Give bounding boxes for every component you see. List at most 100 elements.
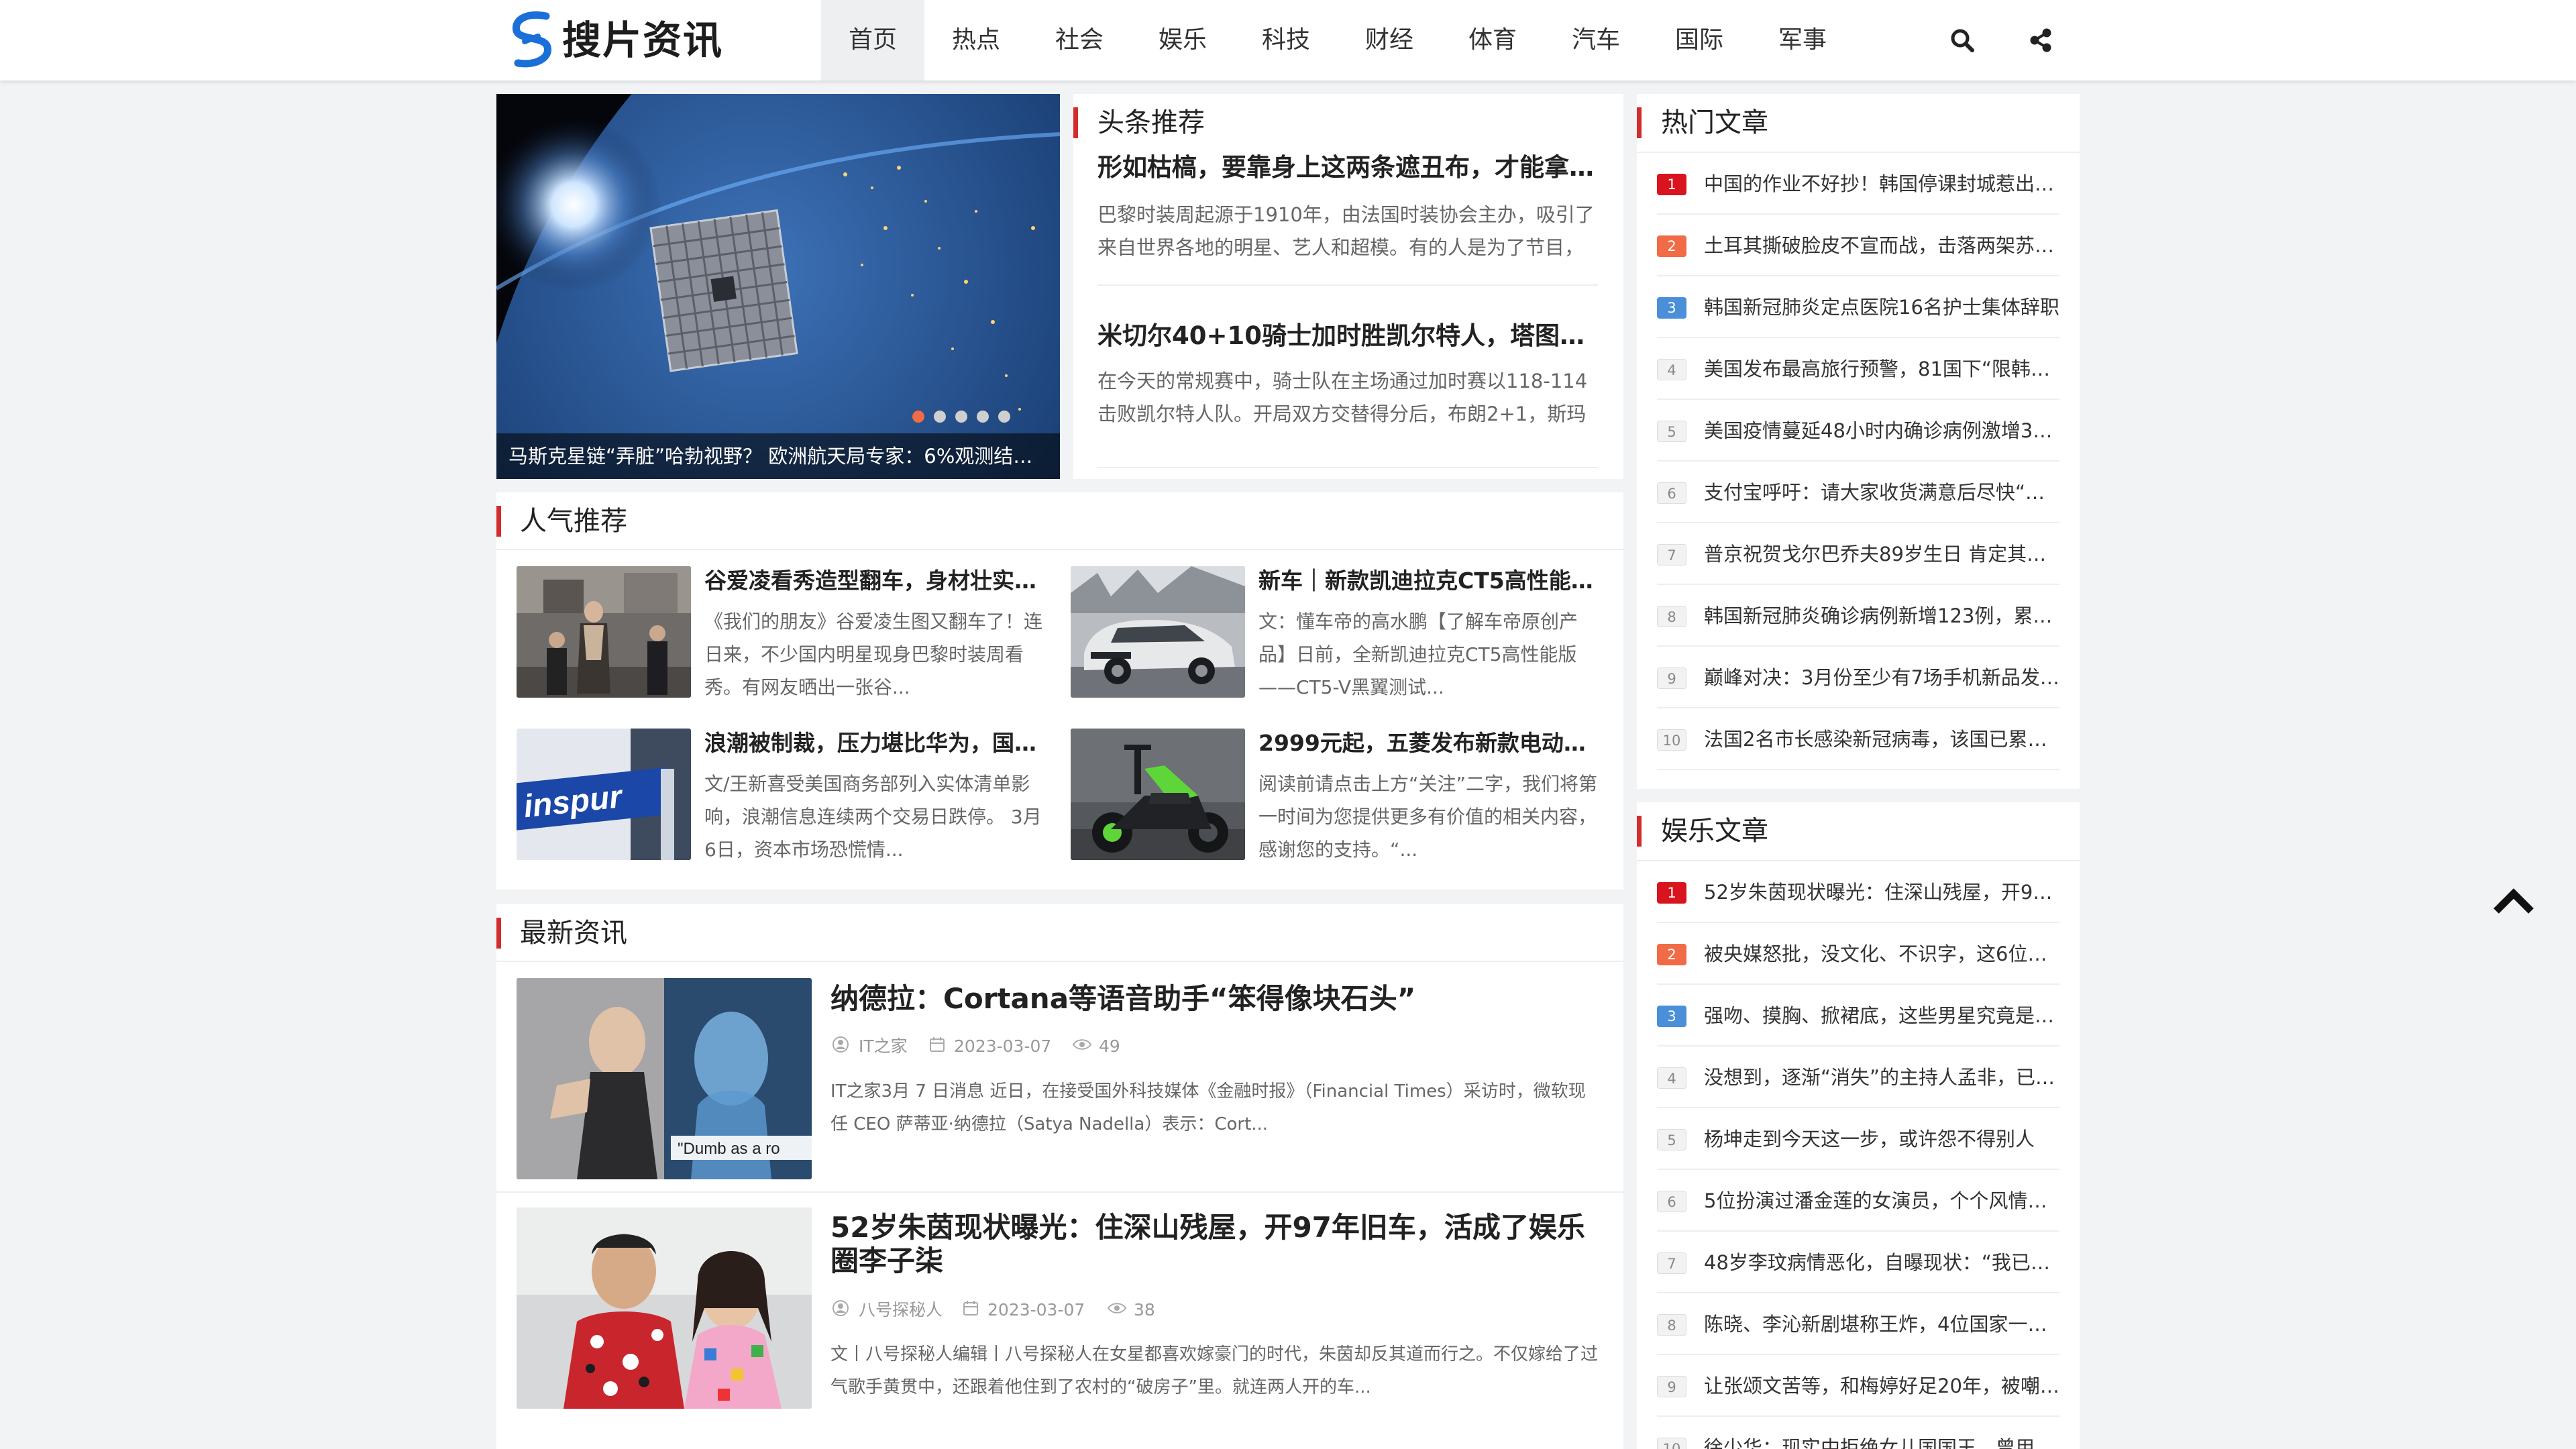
popular-desc-3: 文/王新喜受美国商务部列入实体清单影响，浪潮信息连续两个交易日跌停。 3月6日，… — [704, 773, 1042, 861]
nav-item-entertainment[interactable]: 娱乐 — [1131, 0, 1234, 80]
logo-icon[interactable] — [507, 9, 558, 70]
slider-dot-3[interactable] — [955, 411, 967, 423]
ent-list-item[interactable]: 6 5位扮演过潘金莲的女演员，个个风情万… — [1657, 1170, 2059, 1232]
ent-list-item[interactable]: 4 没想到，逐渐“消失”的主持人孟非，已… — [1657, 1046, 2059, 1108]
thumb-caption: "Dumb as a ro — [678, 1140, 780, 1158]
rank-badge: 2 — [1657, 944, 1686, 965]
user-icon — [833, 1300, 849, 1316]
search-icon[interactable] — [1949, 27, 1976, 54]
article-title[interactable]: 让张颂文苦等，和梅婷好足20年，被嘲… — [1704, 1368, 2059, 1403]
hot-list-item[interactable]: 9 巅峰对决：3月份至少有7场手机新品发… — [1657, 647, 2059, 708]
article-title[interactable]: 杨坤走到今天这一步，或许怨不得别人 — [1704, 1122, 2059, 1157]
article-title[interactable]: 被央媒怒批，没文化、不识字，这6位文… — [1704, 936, 2059, 971]
nav-item-hot[interactable]: 热点 — [924, 0, 1028, 80]
article-title[interactable]: 没想到，逐渐“消失”的主持人孟非，已… — [1704, 1060, 2059, 1095]
article-title[interactable]: 法国2名市长感染新冠病毒，该国已累… — [1704, 722, 2059, 757]
latest-source-1[interactable]: IT之家 — [859, 1034, 908, 1059]
article-title[interactable]: 徐少华：现实中拒绝女儿国国王，曾用… — [1704, 1430, 2059, 1449]
popular-desc-4: 阅读前请点击上方“关注”二字，我们将第一时间为您提供更多有价值的相关内容，感谢您… — [1258, 773, 1598, 861]
article-title[interactable]: 强吻、摸胸、掀裙底，这些男星究竟是… — [1704, 998, 2059, 1033]
nav-item-society[interactable]: 社会 — [1028, 0, 1131, 80]
rank-badge: 8 — [1657, 1314, 1686, 1336]
article-title[interactable]: 巅峰对决：3月份至少有7场手机新品发… — [1704, 660, 2059, 695]
popular-title-4[interactable]: 2999元起，五菱发布新款电动车… — [1258, 728, 1601, 759]
hot-list-item[interactable]: 4 美国发布最高旅行预警，81国下“限韩令… — [1657, 338, 2059, 400]
ent-list-item[interactable]: 7 48岁李玟病情恶化，自曝现状：“我已无… — [1657, 1232, 2059, 1293]
share-icon[interactable] — [2027, 27, 2054, 54]
popular-thumb-3[interactable]: inspur — [517, 729, 691, 860]
article-title[interactable]: 中国的作业不好抄！韩国停课封城惹出… — [1704, 166, 2059, 201]
hot-list-item[interactable]: 7 普京祝贺戈尔巴乔夫89岁生日 肯定其卓… — [1657, 523, 2059, 585]
ent-list-item[interactable]: 8 陈晓、李沁新剧堪称王炸，4位国家一级… — [1657, 1293, 2059, 1355]
slider-dot-2[interactable] — [934, 411, 946, 423]
headline-title-2[interactable]: 米切尔40+10骑士加时胜凯尔特人，塔图姆… — [1097, 319, 1598, 353]
ent-list-item[interactable]: 10 徐少华：现实中拒绝女儿国国王，曾用… — [1657, 1417, 2059, 1449]
nav-item-home[interactable]: 首页 — [821, 0, 924, 80]
hot-list-item[interactable]: 5 美国疫情蔓延48小时内确诊病例激增35% — [1657, 400, 2059, 462]
slider-dot-5[interactable] — [998, 411, 1010, 423]
article-title[interactable]: 支付宝呼吁：请大家收货满意后尽快“主… — [1704, 475, 2059, 510]
nav-item-sports[interactable]: 体育 — [1441, 0, 1544, 80]
hot-list-item[interactable]: 2 土耳其撕破脸皮不宣而战，击落两架苏2… — [1657, 215, 2059, 276]
ent-list-item[interactable]: 9 让张颂文苦等，和梅婷好足20年，被嘲… — [1657, 1355, 2059, 1417]
slider-caption[interactable]: 马斯克星链“弄脏”哈勃视野？ 欧洲航天局专家：6%观测结果… — [496, 433, 1060, 479]
rank-badge: 8 — [1657, 606, 1686, 627]
article-title[interactable]: 韩国新冠肺炎确诊病例新增123例，累计… — [1704, 598, 2059, 633]
latest-thumb-1[interactable]: "Dumb as a ro — [517, 978, 812, 1179]
headline-slider[interactable]: 马斯克星链“弄脏”哈勃视野？ 欧洲航天局专家：6%观测结果… — [496, 94, 1060, 479]
article-title[interactable]: 陈晓、李沁新剧堪称王炸，4位国家一级… — [1704, 1307, 2059, 1342]
article-title[interactable]: 美国疫情蔓延48小时内确诊病例激增35% — [1704, 413, 2059, 448]
nav-item-international[interactable]: 国际 — [1648, 0, 1751, 80]
hot-list-item[interactable]: 10 法国2名市长感染新冠病毒，该国已累… — [1657, 708, 2059, 770]
article-title[interactable]: 52岁朱茵现状曝光：住深山残屋，开97… — [1704, 875, 2059, 910]
latest-desc-2: 文丨八号探秘人编辑丨八号探秘人在女星都喜欢嫁豪门的时代，朱茵却反其道而行之。不仅… — [830, 1344, 1599, 1397]
slider-dot-1[interactable] — [912, 411, 924, 423]
eye-icon — [1072, 1039, 1092, 1050]
nav-item-auto[interactable]: 汽车 — [1544, 0, 1648, 80]
site-name[interactable]: 搜片资讯 — [562, 12, 723, 68]
ent-list-item[interactable]: 5 杨坤走到今天这一步，或许怨不得别人 — [1657, 1108, 2059, 1170]
rank-badge: 10 — [1657, 729, 1686, 751]
popular-thumb-4[interactable] — [1071, 729, 1245, 860]
latest-source-2[interactable]: 八号探秘人 — [859, 1298, 943, 1322]
section-title-latest: 最新资讯 — [520, 918, 627, 949]
hot-list-item[interactable]: 1 中国的作业不好抄！韩国停课封城惹出… — [1657, 153, 2059, 215]
article-title[interactable]: 美国发布最高旅行预警，81国下“限韩令… — [1704, 352, 2059, 386]
hot-list-item[interactable]: 3 韩国新冠肺炎定点医院16名护士集体辞职 — [1657, 276, 2059, 338]
latest-date-1: 2023-03-07 — [954, 1036, 1052, 1056]
rank-badge: 7 — [1657, 544, 1686, 566]
latest-title-2[interactable]: 52岁朱茵现状曝光：住深山残屋，开97年旧车，活成了娱乐圈李子柒 — [830, 1211, 1602, 1278]
popular-title-1[interactable]: 谷爱凌看秀造型翻车，身材壮实样… — [704, 566, 1053, 596]
headline-desc-1: 巴黎时装周起源于1910年，由法国时装协会主办，吸引了来自世界各地的明星、艺人和… — [1097, 203, 1595, 259]
nav-item-military[interactable]: 军事 — [1751, 0, 1854, 80]
hot-list-item[interactable]: 6 支付宝呼吁：请大家收货满意后尽快“主… — [1657, 462, 2059, 523]
ent-list-item[interactable]: 1 52岁朱茵现状曝光：住深山残屋，开97… — [1657, 861, 2059, 923]
top-header: 搜片资讯 首页 热点 社会 娱乐 科技 财经 体育 汽车 国际 军事 — [0, 0, 2576, 80]
latest-desc-1: IT之家3月 7 日消息 近日，在接受国外科技媒体《金融时报》（Financia… — [830, 1081, 1586, 1134]
article-title[interactable]: 48岁李玟病情恶化，自曝现状：“我已无… — [1704, 1245, 2059, 1280]
chevron-up-icon[interactable] — [2492, 887, 2535, 915]
article-title[interactable]: 普京祝贺戈尔巴乔夫89岁生日 肯定其卓… — [1704, 537, 2059, 572]
latest-title-1[interactable]: 纳德拉：Cortana等语音助手“笨得像块石头” — [830, 982, 1602, 1016]
article-title[interactable]: 5位扮演过潘金莲的女演员，个个风情万… — [1704, 1183, 2059, 1218]
hot-list-item[interactable]: 8 韩国新冠肺炎确诊病例新增123例，累计… — [1657, 585, 2059, 647]
nav-item-tech[interactable]: 科技 — [1234, 0, 1338, 80]
ent-list-item[interactable]: 2 被央媒怒批，没文化、不识字，这6位文… — [1657, 923, 2059, 985]
latest-date-2: 2023-03-07 — [987, 1300, 1085, 1320]
ent-list-item[interactable]: 3 强吻、摸胸、掀裙底，这些男星究竟是… — [1657, 985, 2059, 1046]
popular-thumb-1[interactable] — [517, 566, 691, 698]
slider-dots — [912, 411, 1046, 424]
popular-title-2[interactable]: 新车｜新款凯迪拉克CT5高性能… — [1258, 566, 1601, 596]
divider — [1097, 467, 1598, 468]
nav-item-finance[interactable]: 财经 — [1338, 0, 1441, 80]
headline-title-1[interactable]: 形如枯槁，要靠身上这两条遮丑布，才能拿… — [1097, 151, 1598, 184]
slider-dot-4[interactable] — [977, 411, 989, 423]
article-title[interactable]: 韩国新冠肺炎定点医院16名护士集体辞职 — [1704, 290, 2059, 325]
popular-thumb-2[interactable] — [1071, 566, 1245, 698]
calendar-icon — [963, 1301, 978, 1316]
section-marker — [1073, 107, 1078, 138]
popular-title-3[interactable]: 浪潮被制裁，压力堪比华为，国产… — [704, 728, 1053, 759]
article-title[interactable]: 土耳其撕破脸皮不宣而战，击落两架苏2… — [1704, 228, 2059, 263]
latest-thumb-2[interactable] — [517, 1208, 812, 1409]
rank-badge: 9 — [1657, 1376, 1686, 1397]
